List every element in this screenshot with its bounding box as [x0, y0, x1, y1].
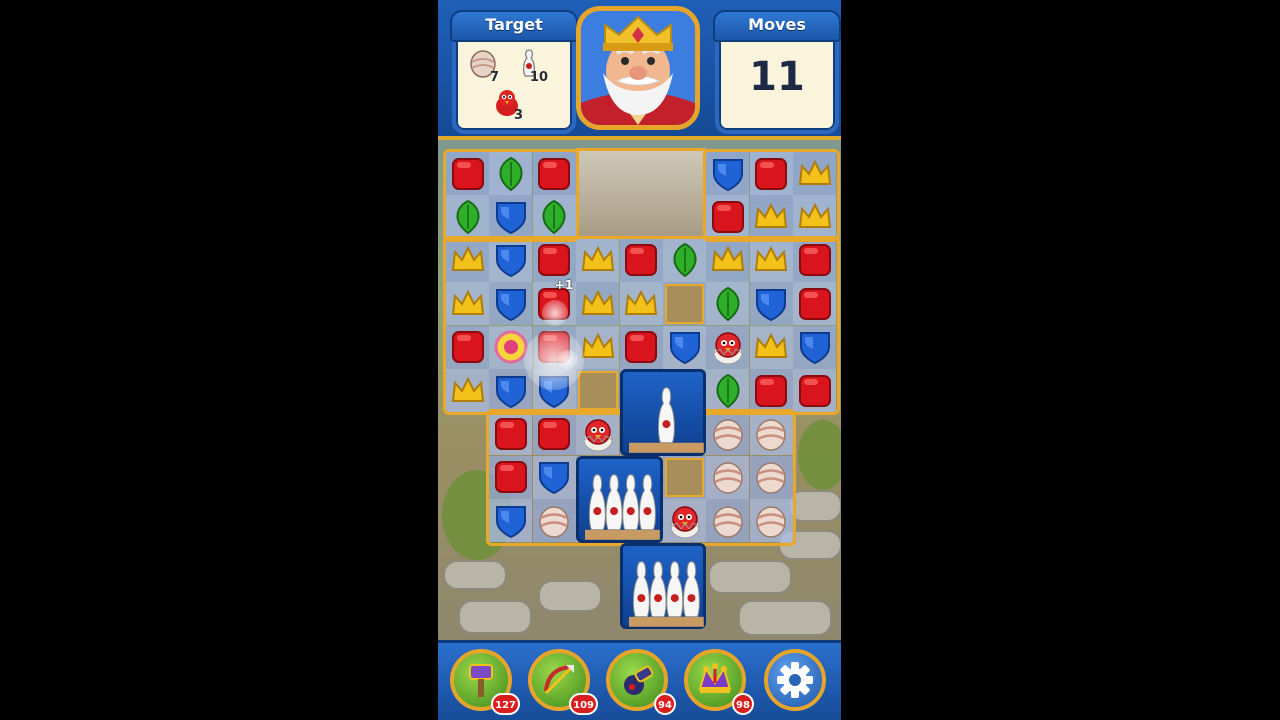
yellow-crown-piece[interactable]	[623, 286, 659, 322]
jester-hat-booster-button[interactable]: 98	[684, 649, 754, 715]
yellow-crown-piece[interactable]	[797, 156, 833, 192]
red-bird-egg-piece[interactable]	[580, 416, 616, 452]
yellow-crown-piece[interactable]	[753, 329, 789, 365]
arrow-booster-button[interactable]: 109	[528, 649, 598, 715]
green-leaf-piece[interactable]	[667, 242, 703, 278]
red-cube-piece[interactable]	[753, 373, 789, 409]
yellow-crown-piece[interactable]	[450, 373, 486, 409]
green-leaf-piece[interactable]	[450, 199, 486, 235]
yellow-crown-piece[interactable]	[797, 199, 833, 235]
blue-shield-piece[interactable]	[797, 329, 833, 365]
blue-shield-piece[interactable]	[710, 156, 746, 192]
yellow-crown-piece[interactable]	[450, 242, 486, 278]
red-cube-piece[interactable]	[536, 156, 572, 192]
castle-background	[576, 148, 707, 239]
red-cube-piece[interactable]	[536, 242, 572, 278]
red-bird-egg-piece[interactable]	[667, 503, 703, 539]
blue-shield-piece[interactable]	[493, 373, 529, 409]
striped-egg-piece[interactable]	[710, 416, 746, 452]
green-leaf-piece[interactable]	[710, 286, 746, 322]
red-cube-piece[interactable]	[797, 242, 833, 278]
gear-icon	[777, 662, 813, 698]
arrow-count-badge: 109	[569, 693, 598, 715]
cannon-icon	[624, 665, 654, 695]
blue-shield-piece[interactable]	[493, 286, 529, 322]
game-screen: Target 7 10 3 Moves 11 +1 127 109 94 98	[438, 0, 841, 720]
red-cube-piece[interactable]	[710, 199, 746, 235]
score-popup: +1	[554, 278, 574, 293]
dirt-tile	[578, 371, 618, 411]
striped-egg-piece[interactable]	[536, 503, 572, 539]
sparkle-effect	[542, 300, 568, 326]
striped-egg-piece[interactable]	[753, 416, 789, 452]
yellow-crown-piece[interactable]	[753, 199, 789, 235]
yellow-crown-piece[interactable]	[450, 286, 486, 322]
yellow-crown-piece[interactable]	[580, 286, 616, 322]
sparkle-effect	[558, 350, 578, 370]
red-cube-piece[interactable]	[493, 416, 529, 452]
booster-bar: 127 109 94 98	[438, 640, 841, 720]
red-cube-piece[interactable]	[753, 156, 789, 192]
hammer-booster-button[interactable]: 127	[450, 649, 520, 715]
bowling-pin-blocker	[619, 542, 707, 630]
green-leaf-piece[interactable]	[493, 156, 529, 192]
yellow-crown-piece[interactable]	[580, 242, 616, 278]
blue-shield-piece[interactable]	[493, 242, 529, 278]
red-cube-piece[interactable]	[623, 329, 659, 365]
blue-shield-piece[interactable]	[536, 459, 572, 495]
striped-egg-piece[interactable]	[710, 503, 746, 539]
blue-shield-piece[interactable]	[493, 199, 529, 235]
arrow-icon	[544, 665, 574, 695]
green-leaf-piece[interactable]	[710, 373, 746, 409]
bowling-pin-blocker	[576, 455, 663, 543]
red-bird-egg-piece[interactable]	[710, 329, 746, 365]
yellow-crown-piece[interactable]	[580, 329, 616, 365]
dirt-tile	[665, 284, 705, 324]
settings-button[interactable]	[764, 649, 826, 711]
red-cube-piece[interactable]	[536, 416, 572, 452]
red-cube-piece[interactable]	[493, 459, 529, 495]
jester-hat-icon	[698, 663, 732, 693]
yellow-crown-piece[interactable]	[710, 242, 746, 278]
jester-count-badge: 98	[732, 693, 754, 715]
cannon-booster-button[interactable]: 94	[606, 649, 676, 715]
blue-shield-piece[interactable]	[753, 286, 789, 322]
yellow-crown-piece[interactable]	[753, 242, 789, 278]
red-cube-piece[interactable]	[797, 286, 833, 322]
game-board[interactable]: +1	[438, 0, 841, 720]
red-cube-piece[interactable]	[797, 373, 833, 409]
striped-egg-piece[interactable]	[753, 503, 789, 539]
striped-egg-piece[interactable]	[753, 459, 789, 495]
red-cube-piece[interactable]	[623, 242, 659, 278]
striped-egg-piece[interactable]	[710, 459, 746, 495]
dirt-tile	[665, 457, 705, 498]
blue-shield-piece[interactable]	[667, 329, 703, 365]
hammer-count-badge: 127	[491, 693, 520, 715]
red-cube-piece[interactable]	[450, 329, 486, 365]
green-leaf-piece[interactable]	[536, 199, 572, 235]
cannon-count-badge: 94	[654, 693, 676, 715]
bowling-pin-blocker	[619, 369, 707, 456]
red-cube-piece[interactable]	[450, 156, 486, 192]
blue-shield-piece[interactable]	[493, 503, 529, 539]
hammer-icon	[469, 664, 493, 697]
